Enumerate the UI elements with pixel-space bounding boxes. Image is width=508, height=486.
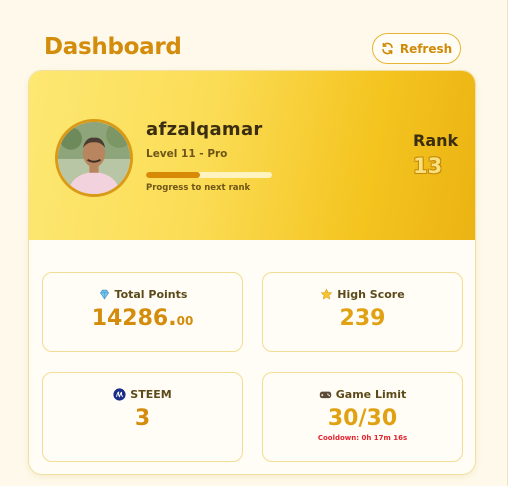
star-icon bbox=[321, 288, 333, 300]
refresh-icon bbox=[382, 42, 393, 55]
diamond-icon bbox=[99, 289, 109, 300]
steem-card: STEEM 3 bbox=[42, 372, 243, 462]
cooldown-timer: Cooldown: 0h 17m 16s bbox=[317, 434, 408, 442]
game-limit-label-row: Game Limit bbox=[263, 388, 462, 401]
gamepad-icon bbox=[319, 391, 331, 399]
steem-logo-icon bbox=[113, 388, 126, 401]
high-score-label: High Score bbox=[337, 288, 405, 301]
dashboard-card: afzalqamar Level 11 - Pro Progress to ne… bbox=[28, 70, 476, 475]
total-points-decimals: 00 bbox=[176, 314, 194, 328]
total-points-value: 14286.00 bbox=[43, 306, 242, 331]
total-points-label-row: Total Points bbox=[43, 288, 242, 301]
rank-label: Rank bbox=[413, 131, 459, 150]
high-score-value: 239 bbox=[339, 306, 386, 331]
game-limit-label: Game Limit bbox=[335, 388, 407, 401]
refresh-button-label: Refresh bbox=[399, 41, 453, 56]
avatar[interactable] bbox=[55, 119, 133, 197]
refresh-button[interactable]: Refresh bbox=[372, 33, 461, 64]
page-title: Dashboard bbox=[44, 34, 182, 60]
total-points-label: Total Points bbox=[114, 288, 188, 301]
progress-label: Progress to next rank bbox=[146, 183, 251, 193]
steem-label-row: STEEM bbox=[43, 388, 242, 401]
profile-hero: afzalqamar Level 11 - Pro Progress to ne… bbox=[29, 71, 475, 240]
rank-value: 13 bbox=[413, 154, 443, 178]
steem-label: STEEM bbox=[130, 388, 172, 401]
rank-progress-bar bbox=[146, 172, 272, 178]
avatar-photo bbox=[58, 122, 130, 194]
steem-value: 3 bbox=[134, 406, 151, 431]
game-limit-value: 30/30 bbox=[327, 406, 398, 431]
rank-progress-fill bbox=[146, 172, 201, 178]
username: afzalqamar bbox=[146, 119, 263, 140]
high-score-card: High Score 239 bbox=[262, 272, 463, 352]
user-level: Level 11 - Pro bbox=[146, 148, 228, 160]
high-score-label-row: High Score bbox=[263, 288, 462, 301]
total-points-card: Total Points 14286.00 bbox=[42, 272, 243, 352]
total-points-integer: 14286. bbox=[91, 306, 177, 331]
game-limit-card: Game Limit 30/30 Cooldown: 0h 17m 16s bbox=[262, 372, 463, 462]
